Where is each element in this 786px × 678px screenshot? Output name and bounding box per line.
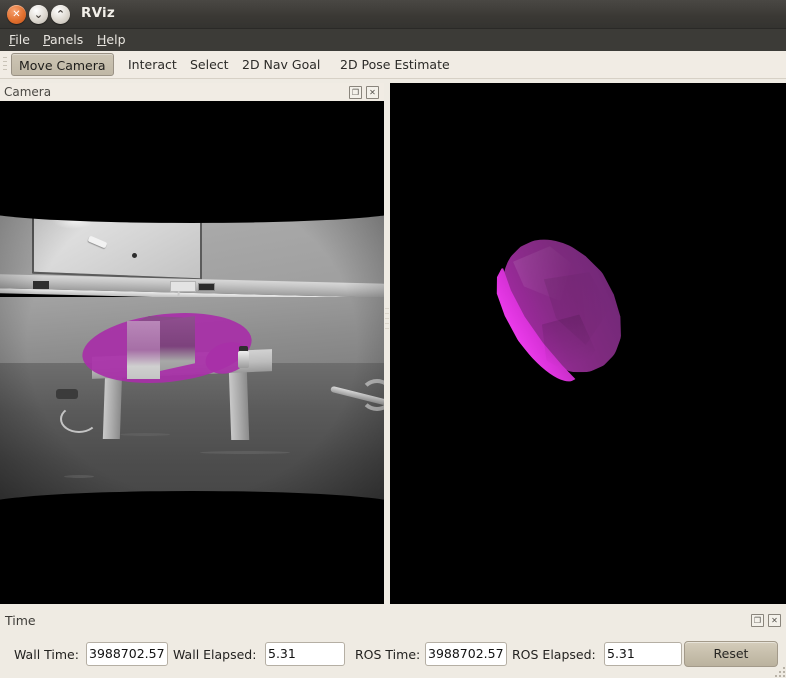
window-title: RViz xyxy=(81,5,115,21)
time-panel-controls xyxy=(751,614,781,627)
ellipsoid-3d xyxy=(468,209,658,402)
window-resize-grip[interactable] xyxy=(773,665,785,677)
floor-mark xyxy=(64,475,94,478)
table-knob xyxy=(238,351,249,368)
wall-device xyxy=(33,281,49,289)
reset-button[interactable]: Reset xyxy=(684,641,778,667)
rviz-window: ✕ ⌄ ⌃ RViz File Panels Help Move Camera … xyxy=(0,0,786,678)
camera-panel-title: Camera xyxy=(4,85,51,99)
ros-elapsed-label: ROS Elapsed: xyxy=(512,647,596,662)
float-icon[interactable] xyxy=(751,614,764,627)
close-icon[interactable] xyxy=(366,86,379,99)
time-fields-row: Wall Time: 3988702.57 Wall Elapsed: 5.31… xyxy=(0,638,786,674)
camera-viewport[interactable] xyxy=(0,101,384,604)
splitter-grip xyxy=(385,308,389,338)
floor-debris xyxy=(56,389,78,399)
wall-switch xyxy=(198,283,215,291)
wall-time-label: Wall Time: xyxy=(14,647,79,662)
toolbar-grip[interactable] xyxy=(3,57,7,73)
floor-mark xyxy=(200,451,290,454)
floor-hose xyxy=(60,405,98,433)
ros-time-input[interactable]: 3988702.57 xyxy=(425,642,507,666)
menu-item-help[interactable]: Help xyxy=(92,31,131,48)
window-controls: ✕ ⌄ ⌃ xyxy=(7,5,70,24)
tool-move-camera[interactable]: Move Camera xyxy=(11,53,114,76)
menu-item-panels[interactable]: Panels xyxy=(38,31,88,48)
toolbar: Move Camera Interact Select 2D Nav Goal … xyxy=(0,51,786,79)
menu-file-rest: ile xyxy=(15,32,30,47)
tool-interact[interactable]: Interact xyxy=(121,53,184,76)
tool-select[interactable]: Select xyxy=(183,53,236,76)
time-panel: Time Wall Time: 3988702.57 Wall Elapsed:… xyxy=(0,610,786,678)
camera-panel-controls xyxy=(349,86,379,99)
window-minimize-button[interactable]: ⌄ xyxy=(29,5,48,24)
window-maximize-button[interactable]: ⌃ xyxy=(51,5,70,24)
chevron-up-icon: ⌃ xyxy=(51,5,70,24)
menu-item-file[interactable]: File xyxy=(4,31,35,48)
float-icon[interactable] xyxy=(349,86,362,99)
menu-panels-rest: anels xyxy=(50,32,83,47)
close-icon[interactable] xyxy=(768,614,781,627)
menu-help-mnemonic: H xyxy=(97,32,106,47)
menubar: File Panels Help xyxy=(0,29,786,51)
wall-time-input[interactable]: 3988702.57 xyxy=(86,642,168,666)
floor xyxy=(0,363,384,503)
whiteboard-magnet xyxy=(132,253,137,258)
window-close-button[interactable]: ✕ xyxy=(7,5,26,24)
menu-help-rest: elp xyxy=(106,32,125,47)
chevron-down-icon: ⌄ xyxy=(29,5,48,24)
menu-panels-mnemonic: P xyxy=(43,32,50,47)
box-side-face xyxy=(160,316,195,371)
box-front-face xyxy=(127,321,160,379)
wall-elapsed-label: Wall Elapsed: xyxy=(173,647,256,662)
ros-elapsed-input[interactable]: 5.31 xyxy=(604,642,682,666)
floor-mark xyxy=(120,433,170,436)
ros-time-label: ROS Time: xyxy=(355,647,420,662)
tool-2d-nav-goal[interactable]: 2D Nav Goal xyxy=(235,53,327,76)
splitter-grip xyxy=(378,605,408,609)
camera-image xyxy=(0,213,384,503)
table-leg-left xyxy=(103,371,122,439)
wall-elapsed-input[interactable]: 5.31 xyxy=(265,642,345,666)
render-viewport-3d[interactable] xyxy=(390,83,786,604)
table-leg-right xyxy=(229,368,250,440)
window-titlebar: ✕ ⌄ ⌃ RViz xyxy=(0,0,786,29)
wall-outlet xyxy=(170,281,196,292)
close-icon: ✕ xyxy=(7,5,26,24)
time-panel-title: Time xyxy=(5,613,36,628)
camera-panel-header: Camera xyxy=(0,83,384,102)
tool-2d-pose-estimate[interactable]: 2D Pose Estimate xyxy=(333,53,457,76)
